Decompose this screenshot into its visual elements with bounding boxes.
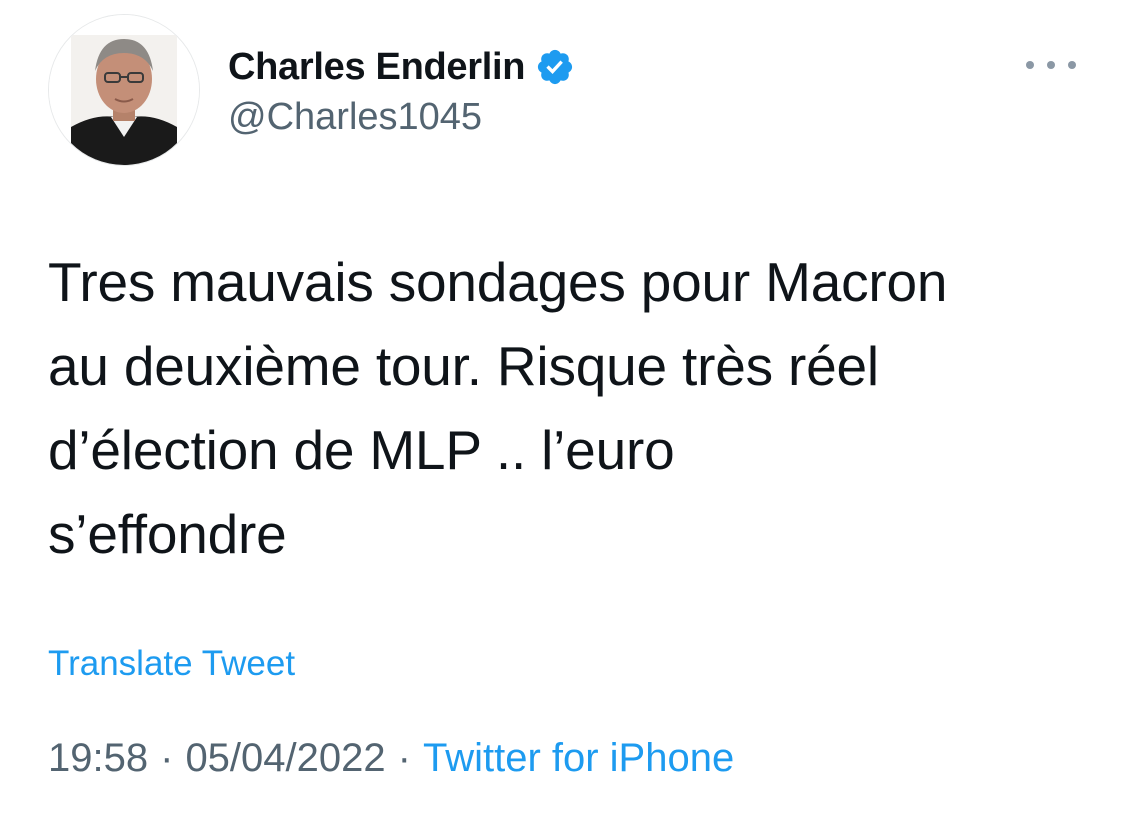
tweet-text: Tres mauvais sondages pour Macron au deu… [48, 240, 1108, 576]
author-name-row[interactable]: Charles Enderlin [228, 42, 575, 92]
meta-separator: · [397, 736, 411, 780]
author-handle[interactable]: @Charles1045 [228, 96, 482, 139]
tweet-text-line: d’élection de MLP .. l’euro [48, 419, 675, 481]
more-options-icon[interactable] [1026, 50, 1076, 80]
tweet-card: Charles Enderlin @Charles1045 Tres mauva… [0, 0, 1125, 813]
avatar-photo [49, 15, 199, 165]
tweet-time[interactable]: 19:58 [48, 736, 148, 780]
tweet-text-line: au deuxième tour. Risque très réel [48, 335, 879, 397]
tweet-text-line: s’effondre [48, 503, 287, 565]
verified-badge-icon [538, 49, 573, 85]
avatar[interactable] [48, 14, 200, 166]
meta-separator: · [160, 736, 174, 780]
more-dot [1026, 61, 1034, 69]
display-name[interactable]: Charles Enderlin [228, 46, 525, 89]
more-dot [1047, 61, 1055, 69]
tweet-metadata: 19:58 · 05/04/2022 · Twitter for iPhone [48, 736, 734, 781]
tweet-source-link[interactable]: Twitter for iPhone [423, 736, 734, 780]
translate-tweet-link[interactable]: Translate Tweet [48, 644, 295, 684]
more-dot [1068, 61, 1076, 69]
tweet-date[interactable]: 05/04/2022 [185, 736, 385, 780]
tweet-text-line: Tres mauvais sondages pour Macron [48, 251, 948, 313]
